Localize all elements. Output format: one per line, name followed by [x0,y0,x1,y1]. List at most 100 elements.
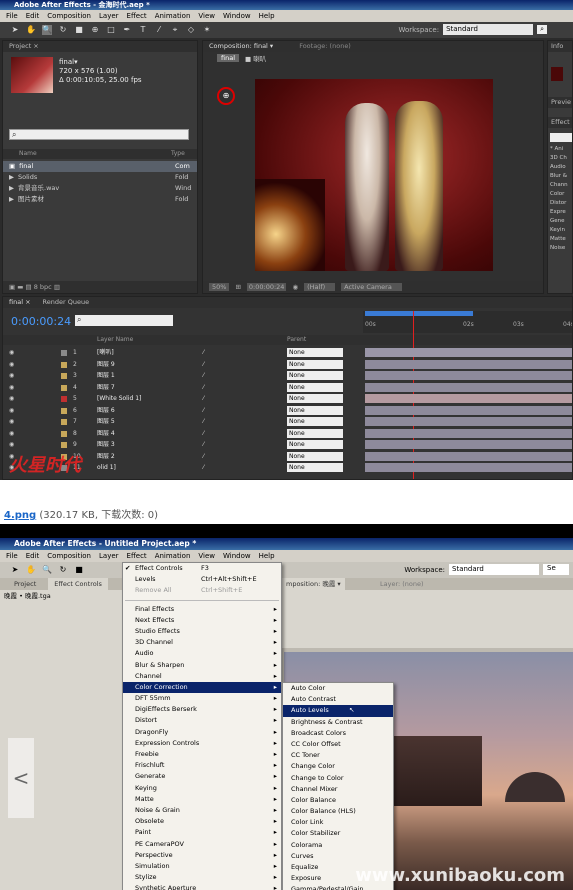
visibility-eye-icon[interactable]: ◉ [9,405,14,416]
effect-menu-item[interactable]: ✔ Effect Controls F3 [123,563,281,574]
color-correction-item[interactable]: Channel Mixer [283,784,393,795]
trash-icon[interactable]: ▥ [54,283,60,291]
effect-menu-item[interactable]: Final Effects ▸ [123,604,281,615]
layer-name[interactable]: 图层 7 [97,382,115,393]
timeline-search-input[interactable]: ⌕ [75,315,173,326]
parent-select[interactable]: None [287,405,343,415]
timeline-timecode[interactable]: 0:00:00:24 [11,315,71,328]
menu-composition[interactable]: Composition [47,12,91,20]
search-icon[interactable]: ⌕ [537,25,547,34]
label-color-swatch[interactable] [61,373,67,379]
visibility-eye-icon[interactable]: ◉ [9,359,14,370]
layer-name[interactable]: [White Solid 1] [97,393,141,404]
layer-duration-bar[interactable] [365,440,572,449]
menu-layer[interactable]: Layer [99,12,119,20]
switch-icon[interactable]: ⁄ [203,370,204,381]
menu-file[interactable]: File [6,552,18,560]
effect-menu-item[interactable]: DigiEffects Berserk ▸ [123,704,281,715]
visibility-eye-icon[interactable]: ◉ [9,428,14,439]
label-color-swatch[interactable] [61,350,67,356]
label-color-swatch[interactable] [61,442,67,448]
effect-menu-item[interactable]: Distort ▸ [123,715,281,726]
effect-menu-item[interactable]: Next Effects ▸ [123,615,281,626]
switch-icon[interactable]: ⁄ [203,416,204,427]
color-correction-item[interactable]: CC Toner [283,750,393,761]
layer-row[interactable]: ◉ 6 图层 6 ⁄ None [3,405,363,416]
menu-window[interactable]: Window [223,552,251,560]
effect-menu-item[interactable]: Paint ▸ [123,827,281,838]
effect-menu-item[interactable]: Matte ▸ [123,794,281,805]
effects-category[interactable]: * Ani [548,145,572,154]
effect-menu-item[interactable]: DFT 55mm ▸ [123,693,281,704]
layer-tab-2[interactable]: Layer: (none) [380,578,424,590]
parent-select[interactable]: None [287,371,343,380]
effect-menu-item[interactable]: PE CameraPOV ▸ [123,839,281,850]
zoom-tool-icon[interactable]: 🔍 [42,25,52,35]
switch-icon[interactable]: ⁄ [203,451,204,462]
label-color-swatch[interactable] [61,361,67,368]
visibility-eye-icon[interactable]: ◉ [9,439,14,450]
puppet-tool-icon[interactable]: ✶ [202,25,212,35]
layer-name[interactable]: 图层 6 [97,405,115,416]
workspace-select[interactable]: Standard [449,564,539,575]
layer-duration-bar[interactable] [365,359,572,369]
label-color-swatch[interactable] [61,407,67,414]
layer-row[interactable]: ◉ 3 图层 1 ⁄ None [3,370,363,381]
layer-name[interactable]: 图层 1 [97,370,115,381]
snapshot-icon[interactable]: ◉ [292,283,298,291]
menu-animation[interactable]: Animation [155,12,191,20]
layer-duration-bar[interactable] [365,463,572,472]
color-correction-item[interactable]: CC Color Offset [283,739,393,750]
visibility-eye-icon[interactable]: ◉ [9,370,14,381]
switch-icon[interactable]: ⁄ [203,393,204,404]
effect-menu-item[interactable]: Perspective ▸ [123,850,281,861]
comp-timecode[interactable]: 0:00:00:24 [246,283,287,291]
layer-row[interactable]: ◉ 2 图层 9 ⁄ None [3,359,363,370]
color-correction-item[interactable]: Colorama [283,840,393,851]
new-folder-icon[interactable]: ▬ [17,283,23,291]
effects-category[interactable]: Blur & [548,172,572,181]
visibility-eye-icon[interactable]: ◉ [9,382,14,393]
layer-duration-bar[interactable] [365,417,572,426]
switch-icon[interactable]: ⁄ [203,382,204,393]
layer-name[interactable]: 图层 3 [97,439,115,450]
effect-menu-item[interactable]: Keying ▸ [123,783,281,794]
effect-menu-item[interactable]: Synthetic Aperture ▸ [123,883,281,890]
effect-menu-item[interactable]: Expression Controls ▸ [123,738,281,749]
search-box[interactable]: Se [543,564,569,575]
bpc-label[interactable]: 8 bpc [34,283,52,291]
effect-menu-item[interactable]: Stylize ▸ [123,872,281,883]
color-correction-item[interactable]: Color Balance [283,795,393,806]
effect-menu-item[interactable]: Blur & Sharpen ▸ [123,660,281,671]
layer-row[interactable]: ◉ 1 [喇叭] ⁄ None [3,347,363,358]
menu-effect[interactable]: Effect [127,12,147,20]
color-correction-item[interactable]: Color Balance (HLS) [283,806,393,817]
workspace-select[interactable]: Standard [443,24,534,35]
effects-tab[interactable]: Effect [548,117,572,128]
effect-menu-item[interactable]: Levels Ctrl+Alt+Shift+E [123,574,281,585]
project-item[interactable]: ▶ 图片素材 Fold [3,194,197,205]
work-area-bar[interactable] [365,311,473,316]
layer-name-header[interactable]: Layer Name [97,335,133,345]
camera-tool-icon[interactable]: ■ [74,25,84,35]
effects-category[interactable]: Audio [548,163,572,172]
menu-animation[interactable]: Animation [155,552,191,560]
layer-name[interactable]: 图层 4 [97,428,115,439]
color-correction-item[interactable]: Broadcast Colors [283,728,393,739]
text-tool-icon[interactable]: T [138,25,148,35]
layer-duration-bar[interactable] [365,428,572,438]
color-correction-item[interactable]: Curves [283,851,393,862]
layer-name[interactable]: 图层 9 [97,359,115,370]
parent-select[interactable]: None [287,440,343,449]
label-color-swatch[interactable] [61,430,67,437]
layer-row[interactable]: ◉ 7 图层 5 ⁄ None [3,416,363,427]
parent-select[interactable]: None [287,348,343,357]
menu-view[interactable]: View [198,12,215,20]
new-comp-icon[interactable]: ▤ [25,283,31,291]
rotate-tool-icon[interactable]: ↻ [58,565,68,575]
menu-edit[interactable]: Edit [26,552,40,560]
comp-crumb-final[interactable]: final [217,54,240,62]
pen-tool-icon[interactable]: ✒ [122,25,132,35]
parent-select[interactable]: None [287,428,343,438]
switch-icon[interactable]: ⁄ [203,439,204,450]
